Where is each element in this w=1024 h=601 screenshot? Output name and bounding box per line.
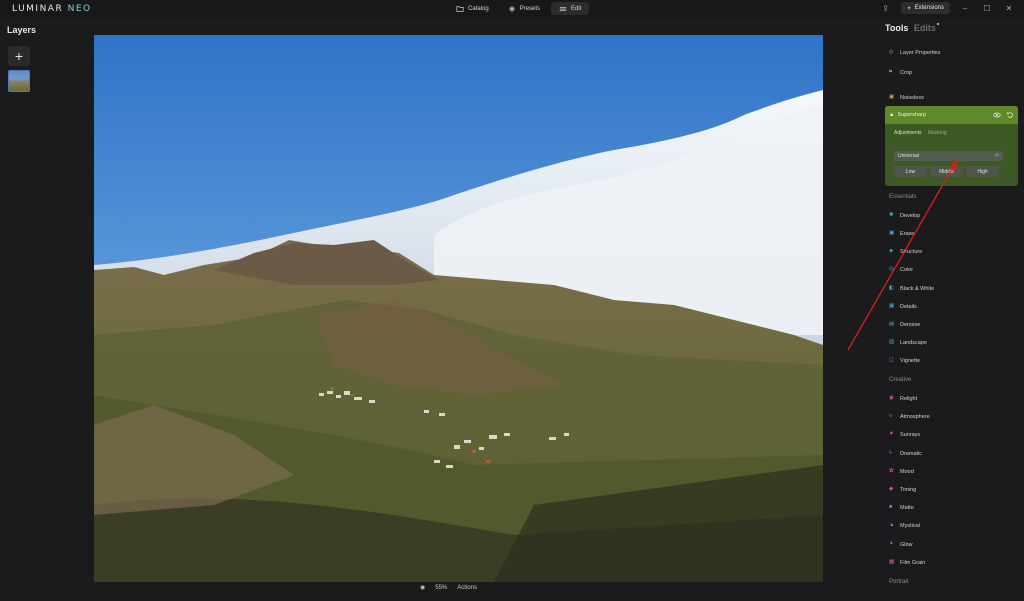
tool-noiseless[interactable]: ▣ Noiseless (889, 94, 924, 101)
film-grain-icon: ▩ (889, 559, 895, 565)
mode-presets-button[interactable]: Presets (500, 2, 548, 15)
layers-panel: Layers + (0, 18, 94, 601)
mystical-icon: ▲ (889, 522, 895, 528)
add-layer-button[interactable]: + (8, 46, 30, 66)
structure-icon: ◈ (889, 248, 894, 254)
tool-erase[interactable]: ▣ Erase (889, 230, 914, 237)
close-icon[interactable]: ✕ (1002, 4, 1016, 13)
denoise-icon: ▤ (889, 321, 895, 327)
tool-denoise[interactable]: ▤ Denoise (889, 321, 920, 328)
tool-dramatic[interactable]: ϟ Dramatic (889, 450, 922, 457)
tool-atmosphere[interactable]: ≡ Atmosphere (889, 413, 930, 420)
share-icon[interactable]: ⇪ (879, 4, 893, 13)
supersharp-tabs: Adjustments Masking (894, 130, 947, 136)
tool-film-grain[interactable]: ▩ Film Grain (889, 559, 925, 566)
develop-icon: ✺ (889, 212, 894, 218)
noiseless-icon: ▣ (889, 94, 895, 100)
erase-icon: ▣ (889, 230, 895, 236)
sliders-icon (559, 6, 567, 11)
tool-color[interactable]: ◎ Color (889, 266, 913, 273)
maximize-icon[interactable]: ☐ (980, 4, 994, 13)
title-bar: LUMINAR NEO Catalog Presets Edit ⇪ ✦ Ext… (0, 0, 1024, 18)
sunrays-icon: ✷ (889, 431, 894, 437)
tool-mystical[interactable]: ▲ Mystical (889, 522, 920, 529)
creative-heading: Creative (889, 377, 912, 383)
app-logo: LUMINAR NEO (12, 4, 92, 14)
eye-icon[interactable] (993, 111, 1001, 119)
mode-edit-button[interactable]: Edit (551, 2, 590, 15)
glow-icon: ✦ (889, 541, 894, 547)
tools-panel: Tools Edits ◇ Layer Properties ⌗ Crop ▣ … (880, 18, 1024, 601)
photo-canvas[interactable] (94, 35, 823, 582)
minimize-icon[interactable]: – (958, 4, 972, 13)
tool-sunrays[interactable]: ✷ Sunrays (889, 431, 920, 438)
tool-layer-properties[interactable]: ◇ Layer Properties (889, 49, 940, 56)
crop-icon: ⌗ (889, 69, 893, 75)
puzzle-icon: ✦ (906, 5, 912, 12)
relight-icon: ◉ (889, 395, 894, 401)
matte-icon: ■ (889, 504, 893, 510)
mode-catalog-button[interactable]: Catalog (448, 2, 497, 15)
tool-develop[interactable]: ✺ Develop (889, 212, 920, 219)
tool-matte[interactable]: ■ Matte (889, 504, 914, 511)
tool-mood[interactable]: ✿ Mood (889, 468, 914, 475)
mountain-icon: ▲ (889, 112, 895, 118)
portrait-heading: Portrait (889, 579, 909, 585)
strength-high-button[interactable]: High (966, 166, 999, 177)
tab-adjustments[interactable]: Adjustments (894, 130, 922, 136)
sparkle-icon (508, 5, 515, 12)
tool-black-white[interactable]: ◧ Black & White (889, 285, 934, 292)
folder-icon (456, 5, 464, 12)
supersharp-header[interactable]: ▲ Supersharp (885, 106, 1018, 124)
tool-toning[interactable]: ◆ Toning (889, 486, 916, 493)
layers-title: Layers (7, 25, 37, 35)
sharpen-mode-select[interactable]: Universal ◇ (894, 151, 1003, 161)
tool-crop[interactable]: ⌗ Crop (889, 69, 912, 76)
tab-tools[interactable]: Tools (885, 23, 908, 33)
landscape-photo (94, 35, 823, 582)
zoom-select[interactable]: 55% (435, 585, 447, 591)
reset-icon[interactable] (1006, 111, 1014, 119)
panel-tabs: Tools Edits (885, 23, 939, 33)
tool-glow[interactable]: ✦ Glow (889, 541, 913, 548)
tab-masking[interactable]: Masking (928, 130, 947, 136)
canvas-toolbar: ◉ 55% Actions (420, 584, 477, 592)
chevron-updown-icon: ◇ (995, 152, 999, 158)
strength-low-button[interactable]: Low (894, 166, 927, 177)
essentials-heading: Essentials (889, 194, 917, 200)
edits-indicator (936, 23, 939, 25)
window-controls: ⇪ ✦ Extensions – ☐ ✕ (879, 2, 1024, 14)
landscape-icon: ▨ (889, 339, 895, 345)
supersharp-title: ▲ Supersharp (889, 112, 926, 118)
atmosphere-icon: ≡ (889, 413, 893, 419)
mode-switcher: Catalog Presets Edit (448, 2, 590, 15)
tool-vignette[interactable]: ◻ Vignette (889, 357, 920, 364)
eye-icon[interactable]: ◉ (420, 584, 425, 591)
actions-menu[interactable]: Actions (457, 585, 477, 591)
tool-landscape[interactable]: ▨ Landscape (889, 339, 927, 346)
color-icon: ◎ (889, 266, 894, 272)
toning-icon: ◆ (889, 486, 894, 492)
strength-buttons: Low Middle High (894, 166, 999, 177)
tab-edits[interactable]: Edits (914, 23, 936, 33)
dramatic-icon: ϟ (889, 450, 892, 456)
layers-icon: ◇ (889, 49, 894, 55)
mood-icon: ✿ (889, 468, 894, 474)
layer-thumbnail[interactable] (8, 70, 30, 92)
details-icon: ▦ (889, 303, 895, 309)
tool-relight[interactable]: ◉ Relight (889, 395, 917, 402)
tool-details[interactable]: ▦ Details (889, 303, 917, 310)
strength-middle-button[interactable]: Middle (930, 166, 963, 177)
vignette-icon: ◻ (889, 357, 894, 363)
tool-structure[interactable]: ◈ Structure (889, 248, 922, 255)
bw-icon: ◧ (889, 285, 895, 291)
extensions-button[interactable]: ✦ Extensions (900, 2, 950, 14)
